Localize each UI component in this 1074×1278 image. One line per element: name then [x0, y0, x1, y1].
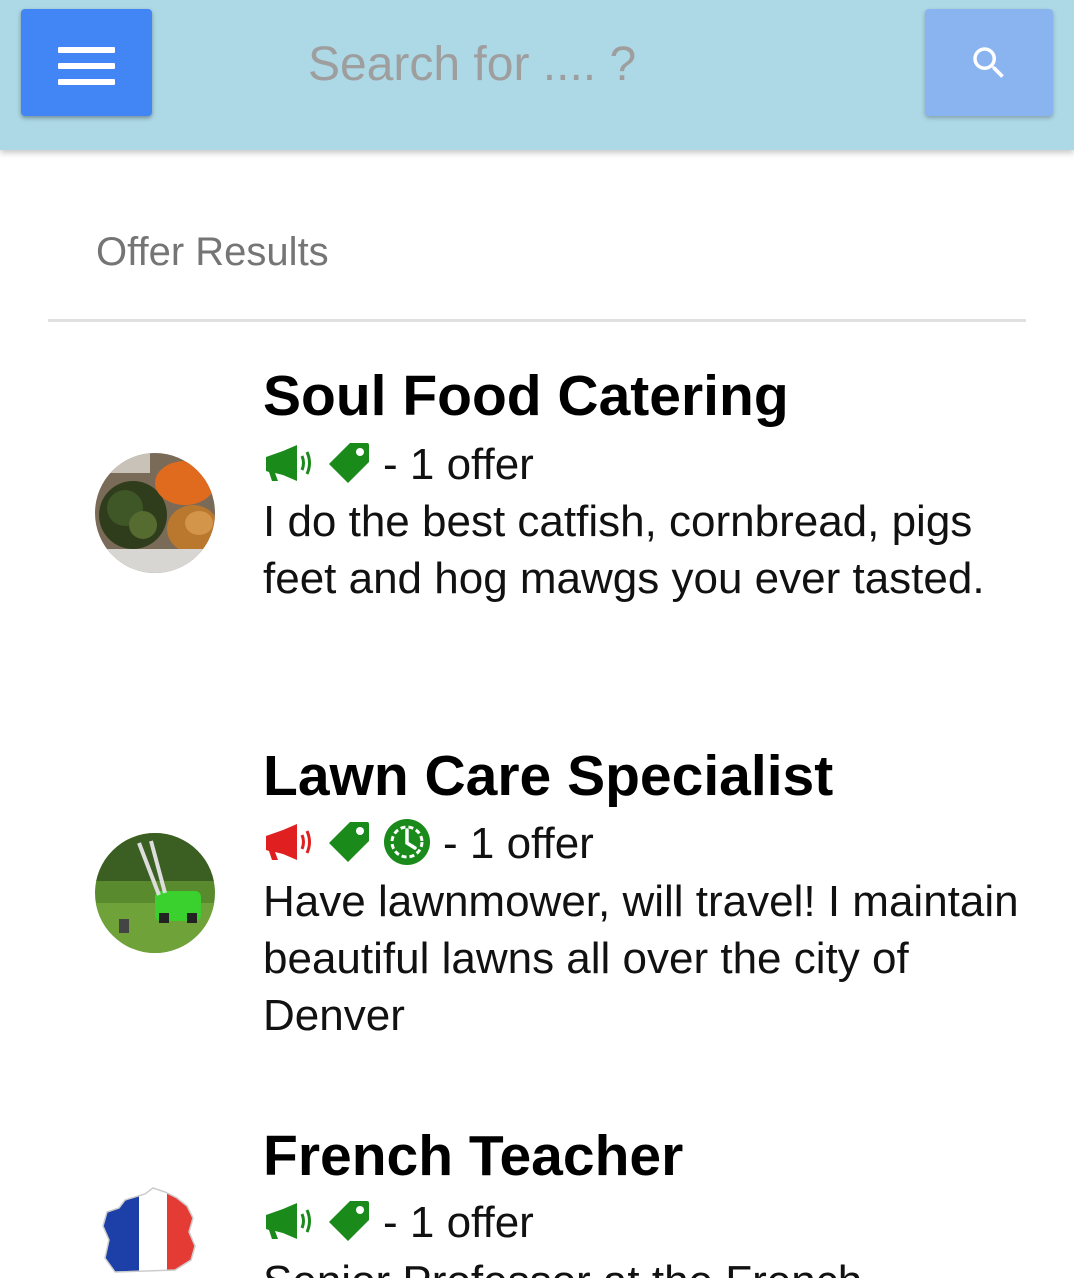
tag-icon	[327, 820, 371, 869]
offer-description: I do the best catfish, cornbread, pigs f…	[263, 497, 985, 603]
divider	[48, 319, 1026, 322]
avatar	[95, 833, 215, 953]
tag-icon	[327, 441, 371, 490]
offer-description: Have lawnmower, will travel! I maintain …	[263, 877, 1019, 1040]
avatar	[95, 453, 215, 573]
search-input[interactable]	[290, 26, 890, 102]
offer-title: Lawn Care Specialist	[263, 744, 834, 808]
megaphone-icon	[263, 823, 315, 866]
tag-icon	[327, 1199, 371, 1248]
offer-meta: - 1 offer	[263, 818, 594, 871]
offer-title: French Teacher	[263, 1124, 684, 1188]
offer-count: - 1 offer	[383, 440, 534, 489]
offer-meta: - 1 offer	[263, 440, 534, 490]
list-item[interactable]: Lawn Care Specialist - 1 offer Have lawn…	[0, 740, 1074, 1070]
offer-count: - 1 offer	[383, 1198, 534, 1247]
offer-meta: - 1 offer	[263, 1198, 534, 1248]
search-icon	[973, 47, 1004, 78]
list-item[interactable]: Soul Food Catering - 1 offer I do the be…	[0, 360, 1074, 690]
megaphone-icon	[263, 444, 315, 487]
search-button[interactable]	[925, 9, 1053, 116]
section-title: Offer Results	[96, 230, 329, 274]
top-bar	[0, 0, 1074, 150]
offer-title: Soul Food Catering	[263, 364, 789, 428]
list-item[interactable]: French Teacher - 1 offer Senior Professo…	[0, 1120, 1074, 1278]
offer-count: - 1 offer	[443, 819, 594, 868]
clock-icon	[383, 818, 431, 871]
megaphone-icon	[263, 1202, 315, 1245]
avatar	[95, 1180, 215, 1278]
offer-description: Senior Professor at the French	[263, 1253, 1023, 1278]
menu-button[interactable]	[21, 9, 152, 116]
